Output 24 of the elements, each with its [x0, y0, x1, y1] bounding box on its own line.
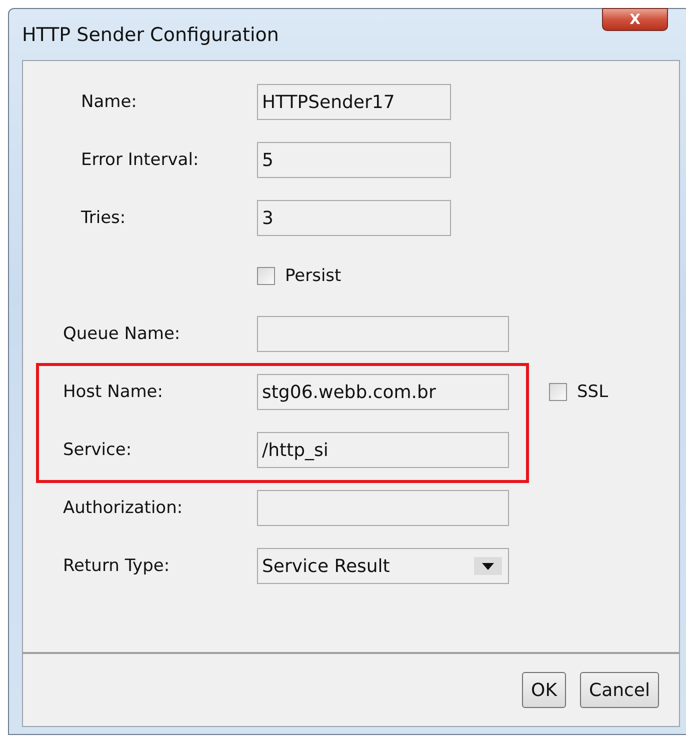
checkbox[interactable] — [257, 267, 275, 285]
input-field[interactable]: 3 — [257, 200, 451, 236]
checkbox[interactable] — [549, 383, 567, 401]
field-label: Tries: — [80, 208, 127, 228]
field-label: Authorization: — [63, 498, 184, 518]
input-field[interactable]: 5 — [257, 142, 451, 178]
checkbox-label: SSL — [577, 382, 608, 402]
ok-button[interactable]: OK — [522, 672, 566, 708]
close-button[interactable]: X — [602, 8, 668, 31]
field-label: Host Name: — [63, 382, 164, 402]
field-label: Service: — [63, 440, 133, 460]
field-label: Name: — [80, 92, 138, 112]
input-field[interactable]: /http_si — [257, 432, 509, 468]
cancel-button[interactable]: Cancel — [580, 672, 659, 708]
checkbox-label: Persist — [285, 266, 342, 286]
return-type-dropdown[interactable]: Service Result — [257, 548, 509, 584]
input-field[interactable]: HTTPSender17 — [257, 84, 451, 120]
window-title: HTTP Sender Configuration — [22, 24, 279, 46]
input-field[interactable]: stg06.webb.com.br — [257, 374, 509, 410]
field-label: Return Type: — [63, 556, 171, 576]
field-label: Error Interval: — [80, 150, 200, 170]
input-field[interactable] — [257, 316, 509, 352]
field-label: Queue Name: — [63, 324, 182, 344]
input-field[interactable] — [257, 490, 509, 526]
